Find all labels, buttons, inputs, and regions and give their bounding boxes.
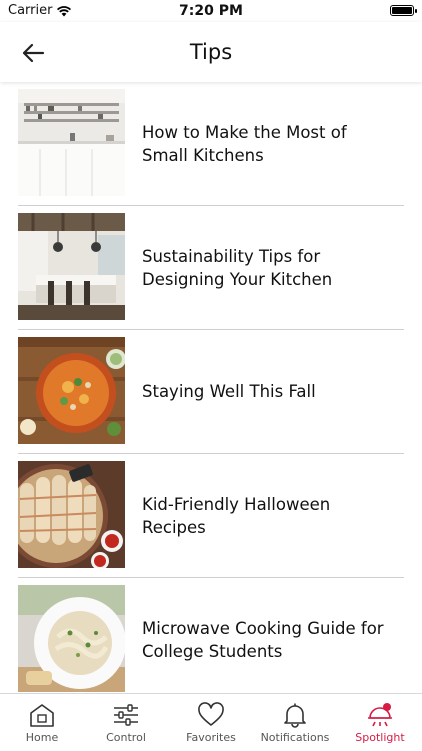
- tab-label: Control: [106, 731, 146, 744]
- soup-bowl-photo: [18, 337, 125, 444]
- tab-label: Notifications: [260, 731, 330, 744]
- tab-bar: Home Control Favorites Notifications Spo…: [0, 693, 422, 751]
- status-bar: Carrier 7:20 PM: [0, 0, 422, 22]
- tips-list: How to Make the Most of Small Kitchens S…: [0, 82, 422, 693]
- spotlight-icon: [368, 703, 392, 727]
- tip-title: Staying Well This Fall: [142, 382, 316, 401]
- pasta-plate-photo: [18, 585, 125, 692]
- tab-favorites[interactable]: Favorites: [169, 694, 253, 751]
- navigation-bar: Tips: [0, 22, 422, 82]
- white-kitchen-photo: [18, 89, 125, 196]
- tip-item[interactable]: Sustainability Tips for Designing Your K…: [18, 206, 404, 330]
- bell-icon: [284, 703, 306, 728]
- tab-label: Favorites: [186, 731, 236, 744]
- home-icon: [30, 704, 54, 727]
- tab-home[interactable]: Home: [0, 694, 84, 751]
- tip-title: Kid-Friendly Halloween Recipes: [142, 494, 331, 537]
- tab-spotlight[interactable]: Spotlight: [338, 694, 422, 751]
- tab-label: Spotlight: [355, 731, 405, 744]
- tip-title: Sustainability Tips for Designing Your K…: [142, 246, 333, 289]
- status-time: 7:20 PM: [179, 3, 243, 19]
- page-title: Tips: [189, 40, 233, 64]
- tip-item[interactable]: Staying Well This Fall: [18, 330, 404, 454]
- tip-title: Microwave Cooking Guide for College Stud…: [142, 618, 384, 661]
- tip-item[interactable]: Kid-Friendly Halloween Recipes: [18, 454, 404, 578]
- heart-icon: [198, 702, 224, 726]
- mummy-hotdogs-photo: [18, 461, 125, 568]
- tab-notifications[interactable]: Notifications: [253, 694, 337, 751]
- battery-icon: [390, 5, 417, 16]
- tip-item[interactable]: How to Make the Most of Small Kitchens: [18, 82, 404, 206]
- kitchen-island-photo: [18, 213, 125, 320]
- tip-item[interactable]: Microwave Cooking Guide for College Stud…: [18, 578, 404, 693]
- tab-label: Home: [25, 731, 59, 744]
- tip-title: How to Make the Most of Small Kitchens: [142, 122, 347, 165]
- tab-control[interactable]: Control: [84, 694, 168, 751]
- sliders-icon: [114, 704, 138, 726]
